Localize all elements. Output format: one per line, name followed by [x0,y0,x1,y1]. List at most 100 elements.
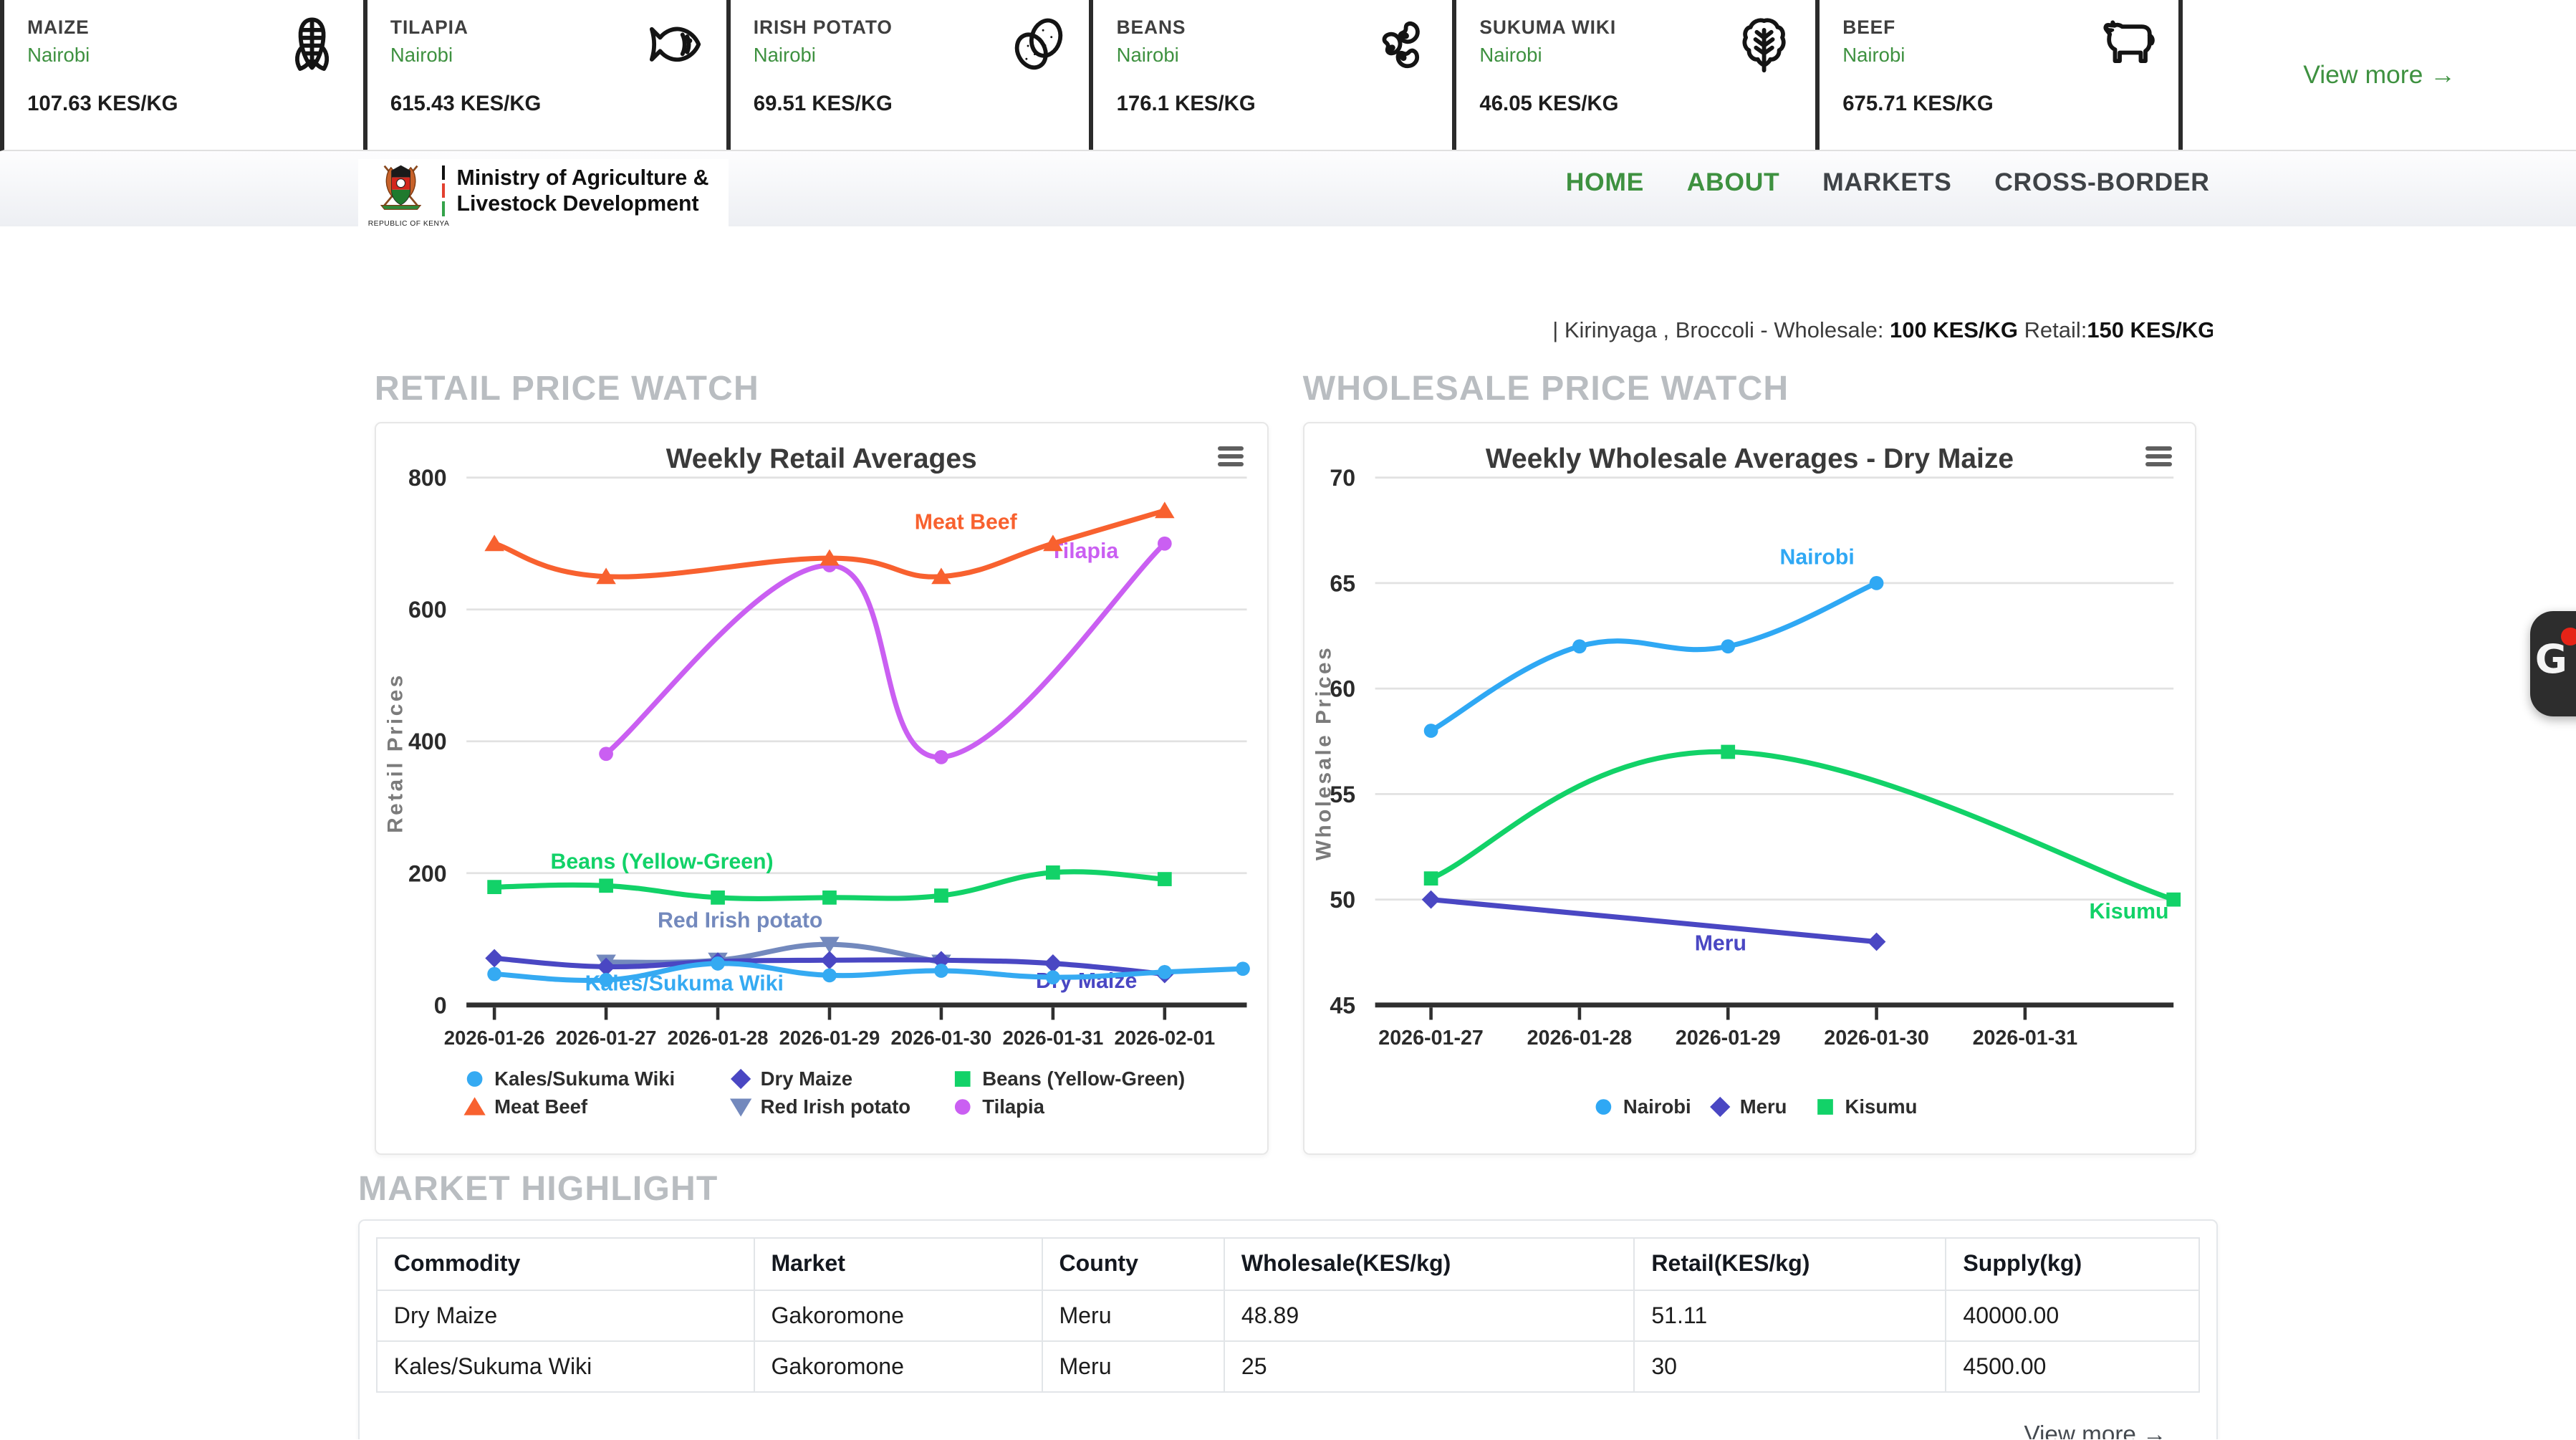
svg-text:Meat Beef: Meat Beef [915,511,1018,534]
ministry-logo: REPUBLIC OF KENYA Ministry of Agricultur… [358,159,729,231]
logo-divider [442,163,446,218]
svg-text:2026-01-28: 2026-01-28 [1527,1027,1632,1050]
marquee-segment: Retail: [2018,317,2087,342]
svg-text:Kisumu: Kisumu [2089,901,2168,924]
svg-text:Kales/Sukuma Wiki: Kales/Sukuma Wiki [494,1068,675,1090]
commodity-price: 176.1 KES/KG [1117,92,1256,116]
table-cell: Dry Maize [377,1290,754,1341]
retail-chart-card: Weekly Retail Averages Retail Prices 020… [375,422,1269,1155]
svg-text:Meru: Meru [1694,932,1746,956]
svg-text:Nairobi: Nairobi [1623,1096,1691,1118]
price-marquee-text: | Kirinyaga , Broccoli - Wholesale: 100 … [1552,317,2213,343]
table-column-header: Retail(KES/kg) [1634,1238,1946,1290]
commodity-price: 675.71 KES/KG [1842,92,1993,116]
svg-text:2026-01-30: 2026-01-30 [1824,1027,1929,1050]
svg-text:45: 45 [1330,993,1355,1019]
table-header-row: CommodityMarketCountyWholesale(KES/kg)Re… [377,1238,2199,1290]
table-cell: 40000.00 [1946,1290,2199,1341]
svg-text:2026-01-27: 2026-01-27 [1378,1027,1484,1050]
ticker-view-more: View more → [2183,0,2576,150]
svg-text:Red Irish potato: Red Irish potato [761,1096,910,1118]
price-marquee: | Kirinyaga , Broccoli - Wholesale: 100 … [358,317,2213,353]
table-column-header: Supply(kg) [1946,1238,2199,1290]
ticker-card: TILAPIANairobi615.43 KES/KG [367,0,731,150]
svg-text:0: 0 [434,993,447,1019]
ticker-card: BEANSNairobi176.1 KES/KG [1093,0,1456,150]
table-cell: Meru [1042,1290,1224,1341]
ministry-name: Ministry of Agriculture & Livestock Deve… [457,165,709,218]
retail-section-heading: RETAIL PRICE WATCH [375,368,759,408]
svg-text:Meat Beef: Meat Beef [494,1096,588,1118]
ticker-card: MAIZENairobi107.63 KES/KG [4,0,367,150]
svg-text:Nairobi: Nairobi [1779,546,1854,570]
svg-text:2026-01-31: 2026-01-31 [1972,1027,2077,1050]
commodity-ticker-bar: MAIZENairobi107.63 KES/KGTILAPIANairobi6… [0,0,2576,151]
kenya-coat-of-arms-icon: REPUBLIC OF KENYA [368,163,434,228]
table-row: Dry MaizeGakoromoneMeru48.8951.1140000.0… [377,1290,2199,1341]
svg-text:60: 60 [1330,676,1355,702]
ticker-card: SUKUMA WIKINairobi46.05 KES/KG [1456,0,1820,150]
commodity-price: 615.43 KES/KG [390,92,541,116]
marquee-segment: | Kirinyaga , Broccoli - Wholesale: [1552,317,1890,342]
svg-text:200: 200 [408,861,447,887]
svg-text:Meru: Meru [1739,1096,1787,1118]
highlight-section-heading: MARKET HIGHLIGHT [358,1168,719,1209]
weekly-retail-averages-chart[interactable]: 02004006008002026-01-262026-01-272026-01… [376,423,1270,1156]
ticker-card: IRISH POTATONairobi69.51 KES/KG [731,0,1094,150]
svg-text:2026-02-01: 2026-02-01 [1114,1027,1215,1049]
market-highlight-table: CommodityMarketCountyWholesale(KES/kg)Re… [376,1237,2200,1393]
svg-text:Dry Maize: Dry Maize [761,1068,852,1090]
table-cell: Gakoromone [754,1290,1042,1341]
ticker-card: BEEFNairobi675.71 KES/KG [1820,0,2183,150]
commodity-price: 46.05 KES/KG [1479,92,1618,116]
cow-icon [2096,11,2158,77]
nav-item-about[interactable]: ABOUT [1687,168,1780,197]
table-cell: Meru [1042,1341,1224,1392]
svg-text:Kales/Sukuma Wiki: Kales/Sukuma Wiki [585,972,783,996]
table-cell: 25 [1224,1341,1634,1392]
svg-text:600: 600 [408,597,447,623]
table-row: Kales/Sukuma WikiGakoromoneMeru25304500.… [377,1341,2199,1392]
svg-text:55: 55 [1330,782,1355,807]
table-column-header: Market [754,1238,1042,1290]
table-cell: 48.89 [1224,1290,1634,1341]
chat-widget-button[interactable]: G [2530,611,2576,716]
view-more-link[interactable]: View more → [2303,60,2456,90]
corn-icon [281,11,343,77]
main-navigation: HOME ABOUT MARKETS CROSS-BORDER [1566,168,2210,197]
svg-text:Beans (Yellow-Green): Beans (Yellow-Green) [982,1068,1185,1090]
table-cell: 51.11 [1634,1290,1946,1341]
svg-text:2026-01-31: 2026-01-31 [1002,1027,1103,1049]
table-column-header: Commodity [377,1238,754,1290]
nav-item-cross-border[interactable]: CROSS-BORDER [1994,168,2209,197]
commodity-price: 107.63 KES/KG [27,92,178,116]
nav-item-markets[interactable]: MARKETS [1822,168,1952,197]
svg-text:Kisumu: Kisumu [1845,1096,1917,1118]
kale-icon [1733,11,1795,77]
wholesale-chart-card: Weekly Wholesale Averages - Dry Maize Wh… [1303,422,2197,1155]
marquee-segment: 150 KES/KG [2087,317,2213,342]
market-highlight-card: CommodityMarketCountyWholesale(KES/kg)Re… [358,1219,2218,1439]
marquee-segment: 100 KES/KG [1890,317,2018,342]
market-dashboard-page: MAIZENairobi107.63 KES/KGTILAPIANairobi6… [0,0,2576,1439]
potato-icon [1007,11,1070,77]
weekly-wholesale-averages-chart[interactable]: 4550556065702026-01-272026-01-282026-01-… [1304,423,2198,1156]
svg-text:2026-01-27: 2026-01-27 [556,1027,657,1049]
notification-dot [2561,628,2576,645]
wholesale-section-heading: WHOLESALE PRICE WATCH [1303,368,1789,408]
table-view-more-link[interactable]: View more → [2024,1421,2166,1439]
svg-text:2026-01-30: 2026-01-30 [890,1027,991,1049]
table-cell: Kales/Sukuma Wiki [377,1341,754,1392]
beans-icon [1370,11,1433,77]
table-column-header: Wholesale(KES/kg) [1224,1238,1634,1290]
svg-text:70: 70 [1330,466,1355,491]
svg-text:50: 50 [1330,887,1355,913]
nav-item-home[interactable]: HOME [1566,168,1644,197]
svg-text:400: 400 [408,729,447,755]
svg-text:2026-01-26: 2026-01-26 [444,1027,545,1049]
commodity-price: 69.51 KES/KG [754,92,893,116]
svg-text:2026-01-29: 2026-01-29 [779,1027,880,1049]
table-column-header: County [1042,1238,1224,1290]
svg-text:Tilapia: Tilapia [982,1096,1044,1118]
fish-icon [644,11,706,77]
